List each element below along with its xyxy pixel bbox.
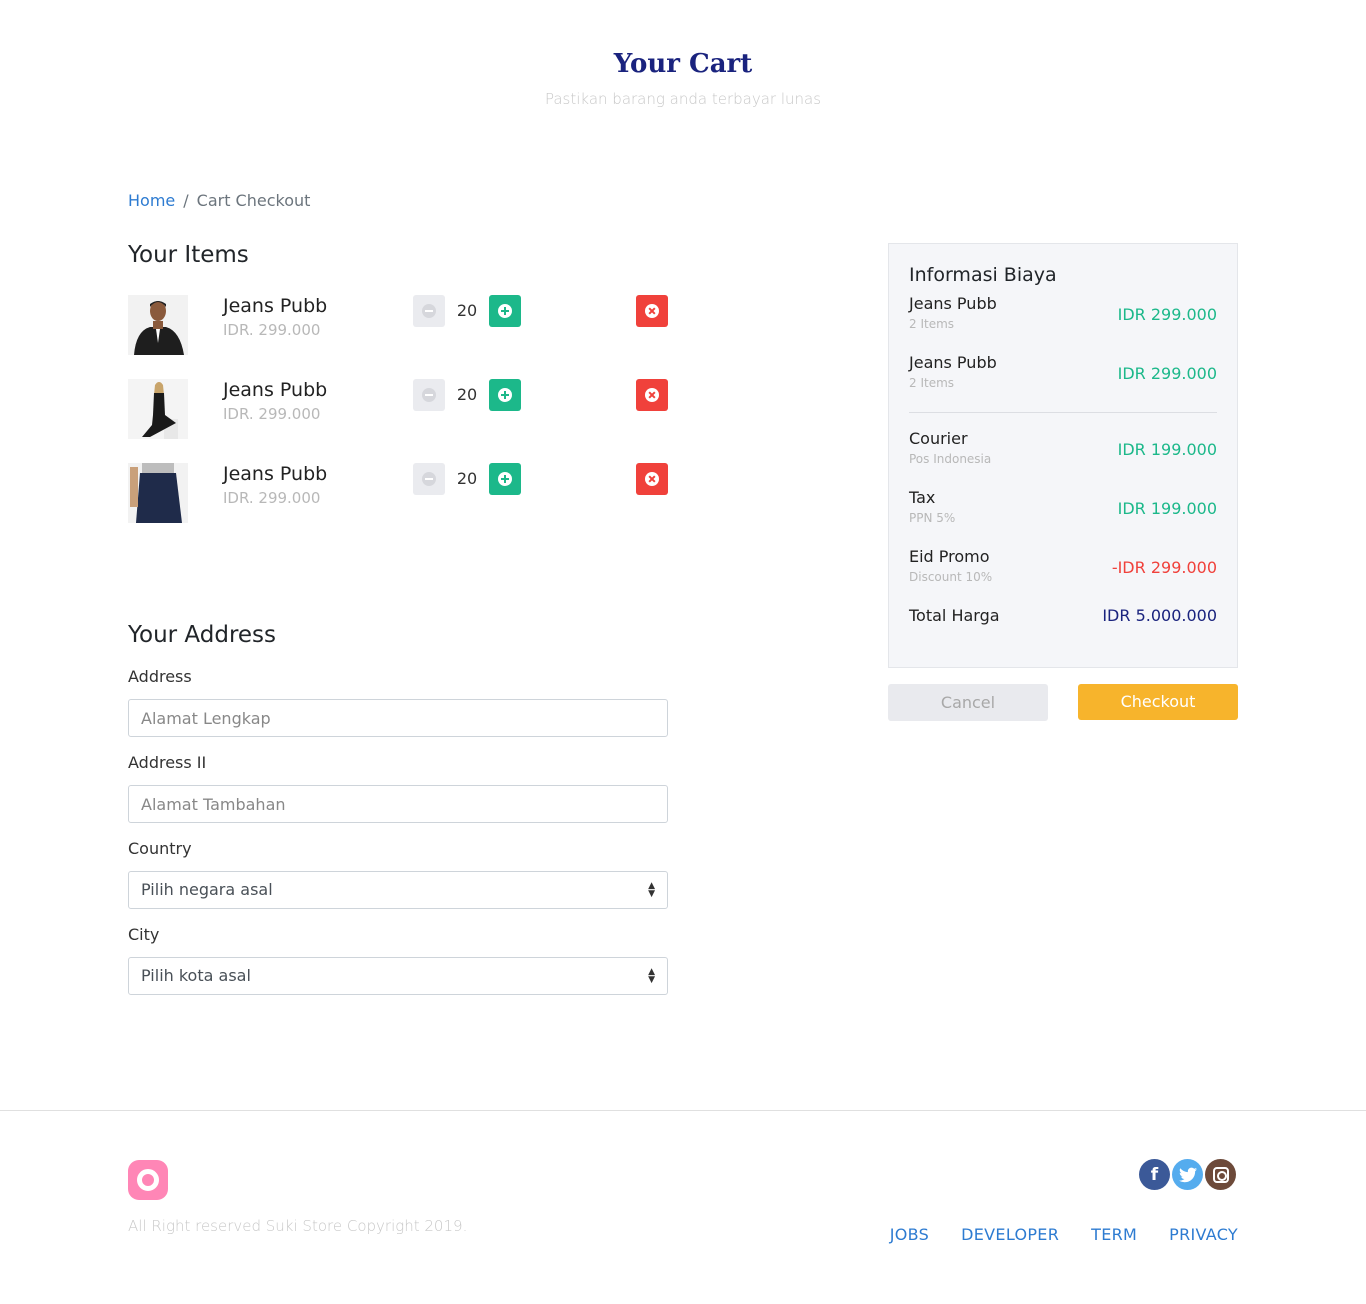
decrease-qty-button[interactable] — [413, 295, 445, 327]
summary-courier: Courier Pos Indonesia IDR 199.000 — [909, 429, 1217, 488]
cost-summary-panel: Informasi Biaya Jeans Pubb 2 Items IDR 2… — [888, 243, 1238, 668]
breadcrumb-separator: / — [183, 191, 189, 210]
copyright-text: All Right reserved Suki Store Copyright … — [128, 1217, 468, 1235]
close-circle-icon — [645, 472, 659, 486]
close-circle-icon — [645, 388, 659, 402]
summary-total: Total Harga IDR 5.000.000 — [909, 606, 1217, 665]
decrease-qty-button[interactable] — [413, 379, 445, 411]
promo-amount: -IDR 299.000 — [1111, 558, 1217, 577]
footer-link-term[interactable]: TERM — [1091, 1225, 1137, 1244]
address-label: Address — [128, 667, 192, 686]
page-subtitle: Pastikan barang anda terbayar lunas — [544, 90, 822, 108]
address-section-title: Your Address — [128, 622, 277, 648]
summary-item-amount: IDR 299.000 — [1117, 305, 1217, 324]
plus-circle-icon — [498, 304, 512, 318]
item-price: IDR. 299.000 — [223, 489, 321, 507]
breadcrumb: Home / Cart Checkout — [128, 191, 310, 210]
logo-ring-icon — [137, 1169, 159, 1191]
remove-item-button[interactable] — [636, 463, 668, 495]
item-name: Jeans Pubb — [223, 295, 328, 317]
country-select-value: Pilih negara asal — [141, 880, 273, 899]
summary-promo: Eid Promo Discount 10% -IDR 299.000 — [909, 547, 1217, 606]
cart-item: Jeans Pubb IDR. 299.000 20 — [128, 379, 668, 463]
items-section-title: Your Items — [128, 242, 249, 268]
item-price: IDR. 299.000 — [223, 321, 321, 339]
select-arrows-icon: ▲ ▼ — [648, 967, 655, 985]
tax-amount: IDR 199.000 — [1117, 499, 1217, 518]
city-label: City — [128, 925, 160, 944]
minus-circle-icon — [422, 472, 436, 486]
footer-link-developer[interactable]: DEVELOPER — [961, 1225, 1059, 1244]
total-amount: IDR 5.000.000 — [1102, 606, 1217, 625]
summary-line-item: Jeans Pubb 2 Items IDR 299.000 — [909, 294, 1217, 353]
cart-items-list: Jeans Pubb IDR. 299.000 20 Jeans Pubb ID… — [128, 295, 668, 547]
page-title: Your Cart — [613, 49, 753, 79]
increase-qty-button[interactable] — [489, 463, 521, 495]
item-price: IDR. 299.000 — [223, 405, 321, 423]
quantity-value: 20 — [456, 385, 478, 404]
cancel-button[interactable]: Cancel — [888, 684, 1048, 721]
select-arrows-icon: ▲ ▼ — [648, 881, 655, 899]
footer-link-privacy[interactable]: PRIVACY — [1169, 1225, 1238, 1244]
store-logo-icon[interactable] — [128, 1160, 168, 1200]
breadcrumb-home-link[interactable]: Home — [128, 191, 175, 210]
plus-circle-icon — [498, 388, 512, 402]
address2-input[interactable] — [128, 785, 668, 823]
footer-link-jobs[interactable]: JOBS — [890, 1225, 929, 1244]
country-group: Country Pilih negara asal ▲ ▼ — [128, 839, 668, 925]
increase-qty-button[interactable] — [489, 379, 521, 411]
city-select[interactable]: Pilih kota asal ▲ ▼ — [128, 957, 668, 995]
summary-item-amount: IDR 299.000 — [1117, 364, 1217, 383]
facebook-icon[interactable]: f — [1139, 1159, 1170, 1190]
plus-circle-icon — [498, 472, 512, 486]
item-name: Jeans Pubb — [223, 379, 328, 401]
social-links: f — [1139, 1159, 1236, 1190]
address2-group: Address II — [128, 753, 668, 839]
address-group: Address — [128, 667, 668, 753]
decrease-qty-button[interactable] — [413, 463, 445, 495]
quantity-value: 20 — [456, 301, 478, 320]
close-circle-icon — [645, 304, 659, 318]
city-select-value: Pilih kota asal — [141, 966, 251, 985]
address-form: Address Address II Country Pilih negara … — [128, 667, 668, 1011]
product-image — [128, 379, 188, 439]
footer-nav: JOBS DEVELOPER TERM PRIVACY — [890, 1225, 1238, 1244]
breadcrumb-current: Cart Checkout — [196, 191, 311, 210]
country-select[interactable]: Pilih negara asal ▲ ▼ — [128, 871, 668, 909]
page-header: Your Cart Pastikan barang anda terbayar … — [0, 44, 1366, 108]
product-image — [128, 463, 188, 523]
summary-tax: Tax PPN 5% IDR 199.000 — [909, 488, 1217, 547]
minus-circle-icon — [422, 304, 436, 318]
summary-title: Informasi Biaya — [909, 264, 1057, 286]
minus-circle-icon — [422, 388, 436, 402]
remove-item-button[interactable] — [636, 295, 668, 327]
address2-label: Address II — [128, 753, 207, 772]
remove-item-button[interactable] — [636, 379, 668, 411]
checkout-button[interactable]: Checkout — [1078, 684, 1238, 720]
city-group: City Pilih kota asal ▲ ▼ — [128, 925, 668, 1011]
quantity-value: 20 — [456, 469, 478, 488]
courier-amount: IDR 199.000 — [1117, 440, 1217, 459]
country-label: Country — [128, 839, 192, 858]
product-image — [128, 295, 188, 355]
instagram-icon[interactable] — [1205, 1159, 1236, 1190]
cart-item: Jeans Pubb IDR. 299.000 20 — [128, 463, 668, 547]
cart-item: Jeans Pubb IDR. 299.000 20 — [128, 295, 668, 379]
twitter-icon[interactable] — [1172, 1159, 1203, 1190]
summary-line-item: Jeans Pubb 2 Items IDR 299.000 — [909, 353, 1217, 412]
item-name: Jeans Pubb — [223, 463, 328, 485]
increase-qty-button[interactable] — [489, 295, 521, 327]
summary-divider — [909, 412, 1217, 413]
address-input[interactable] — [128, 699, 668, 737]
footer-divider — [0, 1110, 1366, 1111]
